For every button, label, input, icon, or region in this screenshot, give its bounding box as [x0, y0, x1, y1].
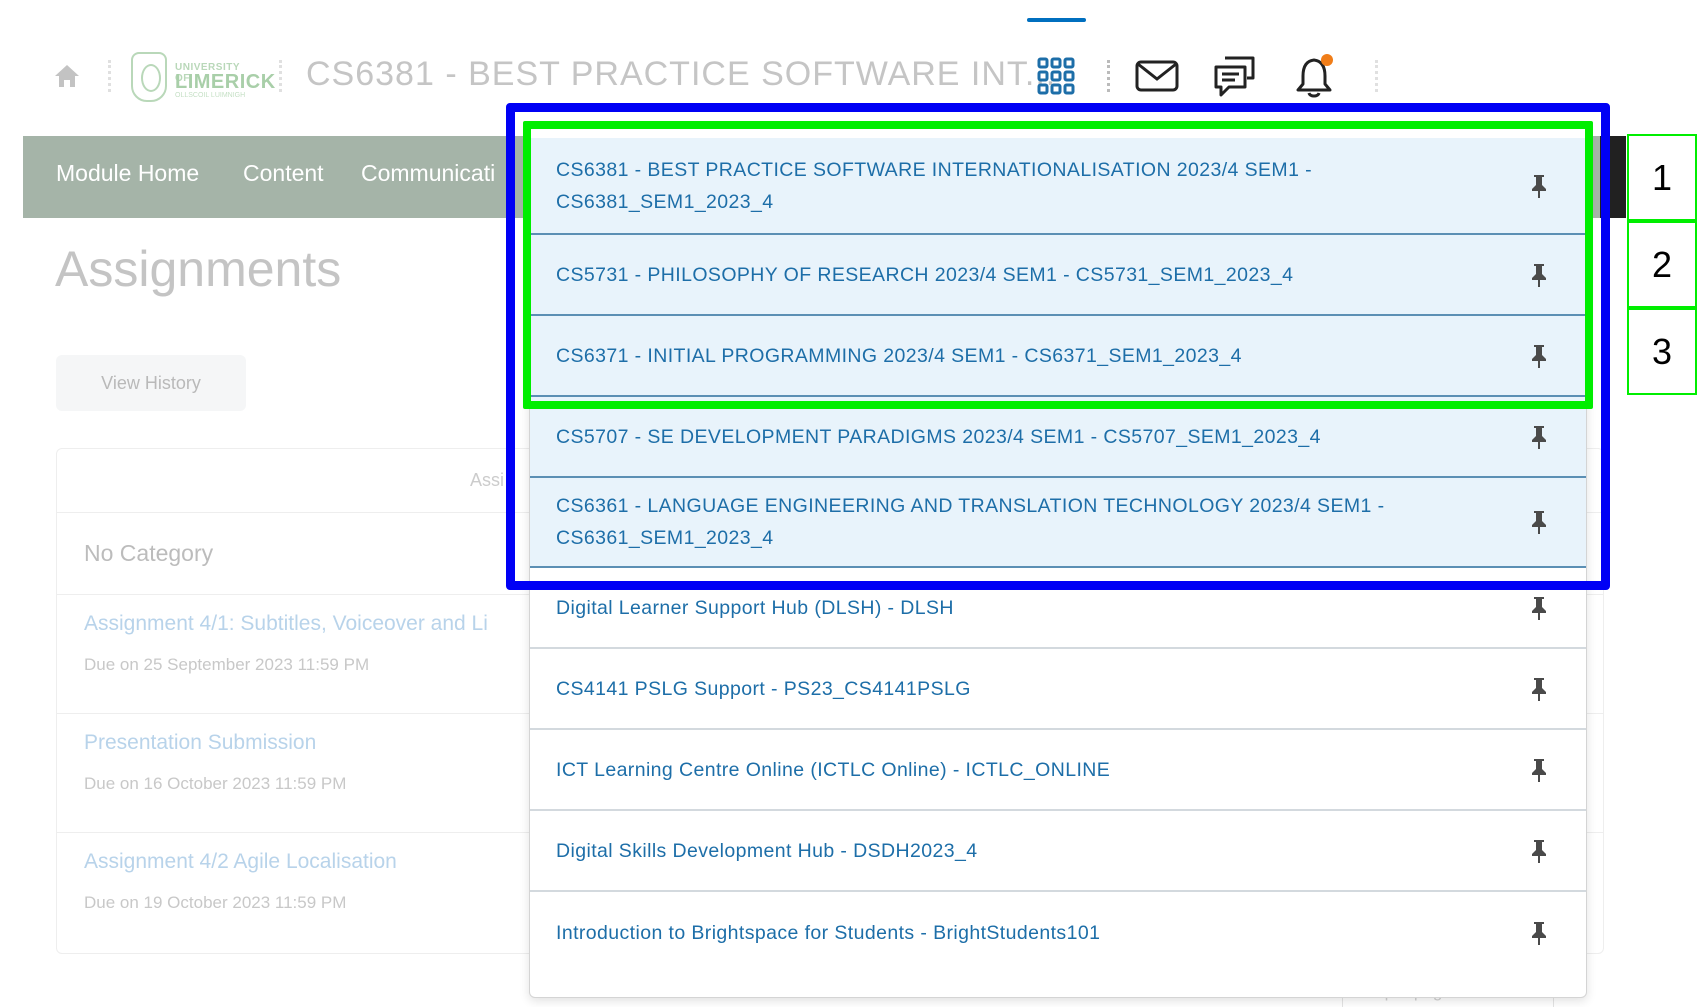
- assignment-link[interactable]: Presentation Submission: [84, 731, 316, 755]
- waffle-grid-icon[interactable]: [1036, 56, 1076, 96]
- pin-icon[interactable]: [1526, 838, 1552, 864]
- pin-icon[interactable]: [1526, 509, 1552, 535]
- header-divider: [279, 60, 282, 92]
- pin-icon[interactable]: [1526, 173, 1552, 199]
- pin-icon[interactable]: [1526, 343, 1552, 369]
- course-item[interactable]: Digital Learner Support Hub (DLSH) - DLS…: [530, 568, 1586, 649]
- course-item[interactable]: Digital Skills Development Hub - DSDH202…: [530, 811, 1586, 892]
- header-divider: [1375, 60, 1378, 92]
- pin-icon[interactable]: [1526, 262, 1552, 288]
- view-history-button[interactable]: View History: [56, 355, 246, 411]
- course-link[interactable]: Digital Learner Support Hub (DLSH) - DLS…: [556, 592, 1496, 624]
- navbar-overflow-strip: [1600, 136, 1626, 218]
- course-item[interactable]: ICT Learning Centre Online (ICTLC Online…: [530, 730, 1586, 811]
- chat-icon[interactable]: [1213, 54, 1257, 98]
- assignment-due-date: Due on 16 October 2023 11:59 PM: [84, 774, 347, 793]
- course-link[interactable]: ICT Learning Centre Online (ICTLC Online…: [556, 754, 1496, 786]
- logo-line3: OLLSCOIL LUIMNIGH: [175, 92, 246, 99]
- rank-label: 2: [1627, 221, 1697, 308]
- pin-icon[interactable]: [1526, 757, 1552, 783]
- category-label: No Category: [84, 540, 214, 566]
- assignment-link[interactable]: Assignment 4/1: Subtitles, Voiceover and…: [84, 612, 488, 636]
- course-item-pinned[interactable]: CS6381 - BEST PRACTICE SOFTWARE INTERNAT…: [530, 138, 1586, 235]
- assignment-due-date: Due on 19 October 2023 11:59 PM: [84, 893, 347, 912]
- course-item-pinned[interactable]: CS5731 - PHILOSOPHY OF RESEARCH 2023/4 S…: [530, 235, 1586, 316]
- course-link[interactable]: CS5707 - SE DEVELOPMENT PARADIGMS 2023/4…: [556, 421, 1496, 453]
- course-link[interactable]: Digital Skills Development Hub - DSDH202…: [556, 835, 1496, 867]
- pin-icon[interactable]: [1526, 424, 1552, 450]
- course-link[interactable]: CS6371 - INITIAL PROGRAMMING 2023/4 SEM1…: [556, 340, 1496, 372]
- course-link[interactable]: CS5731 - PHILOSOPHY OF RESEARCH 2023/4 S…: [556, 259, 1496, 291]
- rank-label: 1: [1627, 134, 1697, 221]
- nav-module-home[interactable]: Module Home: [56, 160, 199, 187]
- assignment-due-date: Due on 25 September 2023 11:59 PM: [84, 655, 370, 674]
- nav-communication[interactable]: Communicati: [361, 160, 495, 187]
- assignment-link[interactable]: Assignment 4/2 Agile Localisation: [84, 850, 397, 874]
- course-link[interactable]: CS6361 - LANGUAGE ENGINEERING AND TRANSL…: [556, 490, 1496, 554]
- course-item[interactable]: Introduction to Brightspace for Students…: [530, 892, 1586, 973]
- course-item-pinned[interactable]: CS6361 - LANGUAGE ENGINEERING AND TRANSL…: [530, 478, 1586, 568]
- course-link[interactable]: CS6381 - BEST PRACTICE SOFTWARE INTERNAT…: [556, 154, 1496, 218]
- university-logo[interactable]: UNIVERSITY OF LIMERICK OLLSCOIL LUIMNIGH: [131, 48, 275, 106]
- mail-icon[interactable]: [1135, 60, 1179, 92]
- header-divider: [1107, 60, 1110, 92]
- course-item[interactable]: CS4141 PSLG Support - PS23_CS4141PSLG: [530, 649, 1586, 730]
- pin-icon[interactable]: [1526, 595, 1552, 621]
- pin-icon[interactable]: [1526, 676, 1552, 702]
- course-item-pinned[interactable]: CS5707 - SE DEVELOPMENT PARADIGMS 2023/4…: [530, 397, 1586, 478]
- course-link[interactable]: Introduction to Brightspace for Students…: [556, 917, 1496, 949]
- rank-label: 3: [1627, 308, 1697, 395]
- pin-icon[interactable]: [1526, 920, 1552, 946]
- course-link[interactable]: CS4141 PSLG Support - PS23_CS4141PSLG: [556, 673, 1496, 705]
- logo-crest-icon: [131, 52, 167, 102]
- course-title[interactable]: CS6381 - BEST PRACTICE SOFTWARE INT...: [306, 55, 1056, 94]
- bell-icon[interactable]: [1294, 52, 1338, 98]
- active-tab-indicator: [1027, 18, 1086, 22]
- table-header-label: Assi: [470, 470, 505, 490]
- page-title: Assignments: [55, 241, 342, 297]
- home-icon[interactable]: [53, 63, 81, 89]
- notification-dot: [1321, 54, 1333, 66]
- nav-content[interactable]: Content: [243, 160, 324, 187]
- header-divider: [108, 60, 111, 92]
- course-item-pinned[interactable]: CS6371 - INITIAL PROGRAMMING 2023/4 SEM1…: [530, 316, 1586, 397]
- logo-line2: LIMERICK: [175, 71, 276, 93]
